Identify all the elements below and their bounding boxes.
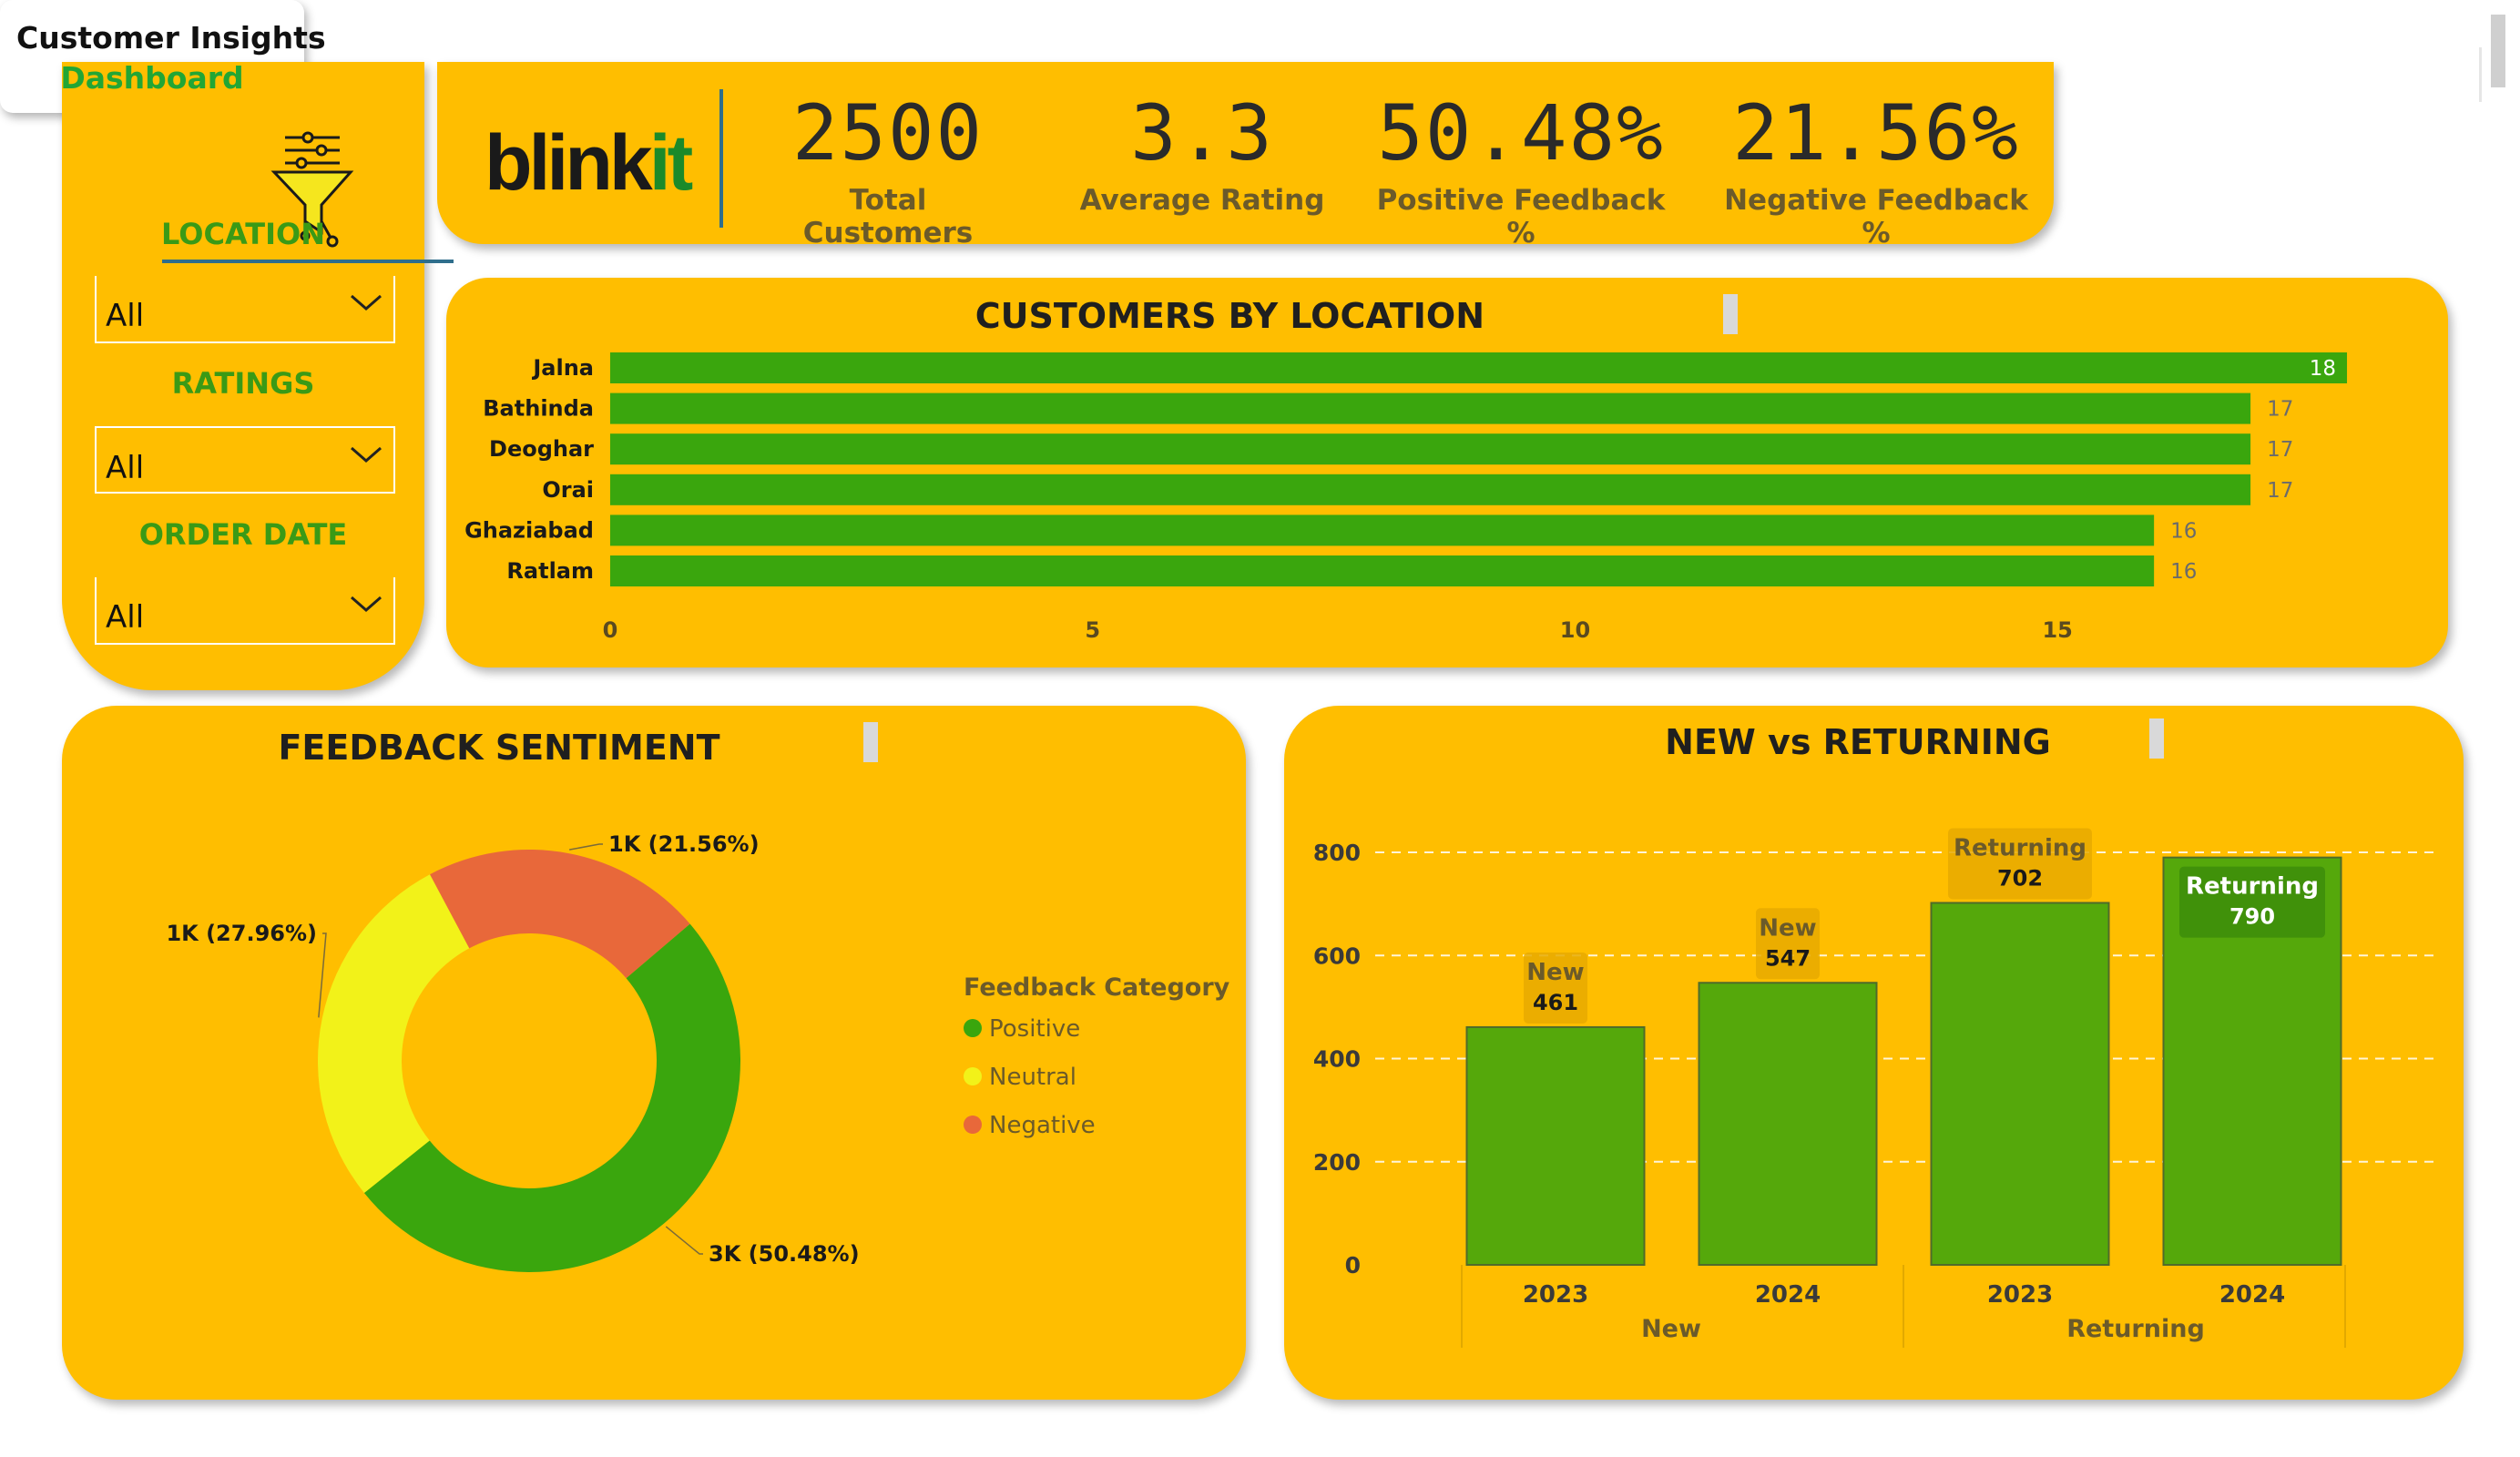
new-vs-returning-card: NEW vs RETURNING 0 200 400 600 800 New 461 2023… bbox=[1284, 706, 2464, 1400]
y-tick-label: 600 bbox=[1313, 942, 1361, 969]
x-tick-label: 5 bbox=[1085, 617, 1100, 643]
bar[interactable] bbox=[610, 352, 2348, 383]
order-date-filter-value: All bbox=[106, 599, 145, 636]
data-label-value: 461 bbox=[1533, 990, 1578, 1015]
kpi-total-customers: 2500 Total Customers bbox=[765, 89, 1011, 250]
x-tick-label: 2024 bbox=[2219, 1281, 2285, 1309]
y-tick-label: 0 bbox=[1345, 1252, 1361, 1279]
ratings-filter-select[interactable]: All bbox=[95, 426, 395, 494]
data-label: 17 bbox=[2267, 479, 2293, 503]
order-date-filter-label: ORDER DATE bbox=[138, 517, 348, 552]
sentiment-donut-chart: 1K (21.56%) 1K (27.96%) 3K (50.48%) Feedbac… bbox=[166, 831, 1230, 1273]
category-label: Bathinda bbox=[483, 396, 594, 422]
bar[interactable] bbox=[610, 515, 2155, 546]
bar[interactable] bbox=[610, 555, 2155, 586]
x-tick-label: 10 bbox=[1560, 617, 1590, 643]
kpi-average-rating: 3.3 Average Rating bbox=[1079, 89, 1325, 217]
kpi-value: 21.56% bbox=[1732, 88, 2020, 178]
data-label-series: New bbox=[1526, 959, 1584, 986]
y-tick-label: 400 bbox=[1313, 1046, 1361, 1073]
edge-divider bbox=[2479, 47, 2482, 102]
x-tick-label: 2024 bbox=[1755, 1281, 1821, 1309]
filter-divider bbox=[162, 260, 454, 263]
legend-marker bbox=[964, 1067, 982, 1085]
kpi-label: Average Rating bbox=[1079, 184, 1325, 217]
bar[interactable] bbox=[610, 433, 2251, 465]
category-label: Ratlam bbox=[506, 558, 594, 584]
x-tick-label: 15 bbox=[2042, 617, 2072, 643]
bar[interactable] bbox=[1930, 902, 2110, 1266]
kpi-value: 2500 bbox=[791, 88, 985, 178]
category-label: Jalna bbox=[531, 355, 594, 381]
slice-label: 3K (50.48%) bbox=[709, 1241, 860, 1267]
x-tick-label: 2023 bbox=[1523, 1281, 1588, 1309]
data-label: 17 bbox=[2267, 398, 2293, 422]
legend-title: Feedback Category bbox=[964, 973, 1230, 1002]
category-label: Deoghar bbox=[489, 436, 594, 462]
leader-line bbox=[665, 1226, 703, 1255]
x-tick-label: 2023 bbox=[1987, 1281, 2053, 1309]
chevron-down-icon bbox=[351, 596, 382, 612]
data-label-series: New bbox=[1759, 914, 1816, 942]
data-label-series: Returning bbox=[2186, 873, 2319, 901]
category-label: Orai bbox=[542, 477, 594, 503]
legend-marker bbox=[964, 1116, 982, 1134]
data-label-value: 702 bbox=[1997, 865, 2043, 891]
data-label: 18 bbox=[2310, 357, 2336, 381]
dashboard-subtitle: Dashboard bbox=[60, 60, 244, 96]
x-tick-label: 0 bbox=[603, 617, 618, 643]
slice-label: 1K (21.56%) bbox=[608, 831, 760, 857]
legend-item[interactable]: Negative bbox=[989, 1112, 1096, 1139]
data-label: 16 bbox=[2170, 519, 2197, 543]
category-label: Ghaziabad bbox=[464, 517, 594, 543]
dashboard-title: Customer Insights bbox=[16, 20, 326, 56]
group-label: New bbox=[1641, 1315, 1701, 1343]
blinkit-logo: blinkit bbox=[485, 119, 693, 207]
kpi-positive-feedback: 50.48% Positive Feedback % bbox=[1366, 89, 1676, 250]
kpi-label: Total Customers bbox=[802, 184, 974, 250]
ratings-filter-value: All bbox=[106, 450, 145, 486]
data-label-value: 790 bbox=[2229, 904, 2275, 930]
customers-by-location-card: CUSTOMERS BY LOCATION Jalna 18 Bathinda 17 D… bbox=[446, 278, 2448, 667]
kpi-negative-feedback: 21.56% Negative Feedback % bbox=[1717, 89, 2035, 250]
bar[interactable] bbox=[610, 392, 2251, 424]
slice-label: 1K (27.96%) bbox=[166, 921, 317, 946]
location-filter-value: All bbox=[106, 298, 145, 334]
ratings-filter-label: RATINGS bbox=[171, 366, 315, 401]
leader-line bbox=[568, 843, 603, 851]
bar[interactable] bbox=[1698, 982, 1878, 1266]
y-tick-label: 200 bbox=[1313, 1149, 1361, 1176]
filter-panel: LOCATION All RATINGS All ORDER DATE All bbox=[62, 62, 454, 690]
data-label-value: 547 bbox=[1765, 945, 1811, 971]
kpi-value: 50.48% bbox=[1377, 88, 1665, 178]
bar[interactable] bbox=[1465, 1025, 1646, 1266]
data-label: 16 bbox=[2170, 560, 2197, 584]
y-tick-label: 800 bbox=[1313, 840, 1361, 866]
kpi-label: Positive Feedback % bbox=[1376, 184, 1666, 250]
new-vs-returning-bar-chart: 0 200 400 600 800 New 461 2023 New 547 2024 Returni… bbox=[1313, 828, 2436, 1348]
leader-line bbox=[318, 932, 327, 1018]
location-bar-chart: Jalna 18 Bathinda 17 Deoghar 17 Orai 17 Ghaziaba… bbox=[464, 352, 2348, 643]
order-date-filter-select[interactable]: All bbox=[95, 577, 395, 645]
data-label-series: Returning bbox=[1954, 834, 2086, 861]
logo-divider bbox=[719, 89, 723, 228]
kpi-label: Negative Feedback % bbox=[1724, 184, 2028, 250]
legend-item[interactable]: Positive bbox=[989, 1015, 1080, 1043]
bar[interactable] bbox=[610, 474, 2251, 505]
kpi-banner: blinkit 2500 Total Customers 3.3 Average… bbox=[437, 62, 2054, 250]
slice-neutral[interactable] bbox=[318, 874, 470, 1194]
kpi-value: 3.3 bbox=[1130, 88, 1274, 178]
chevron-down-icon bbox=[351, 446, 382, 463]
legend-marker bbox=[964, 1019, 982, 1037]
data-label: 17 bbox=[2267, 438, 2293, 462]
legend-item[interactable]: Neutral bbox=[989, 1064, 1076, 1091]
chevron-down-icon bbox=[351, 294, 382, 311]
location-filter-select[interactable]: All bbox=[95, 276, 395, 343]
group-label: Returning bbox=[2066, 1315, 2205, 1343]
location-filter-label: LOCATION bbox=[161, 217, 325, 251]
scroll-indicator bbox=[2491, 15, 2505, 87]
feedback-sentiment-card: FEEDBACK SENTIMENT 1K (21.56%) 1K (27.96%… bbox=[62, 706, 1246, 1400]
